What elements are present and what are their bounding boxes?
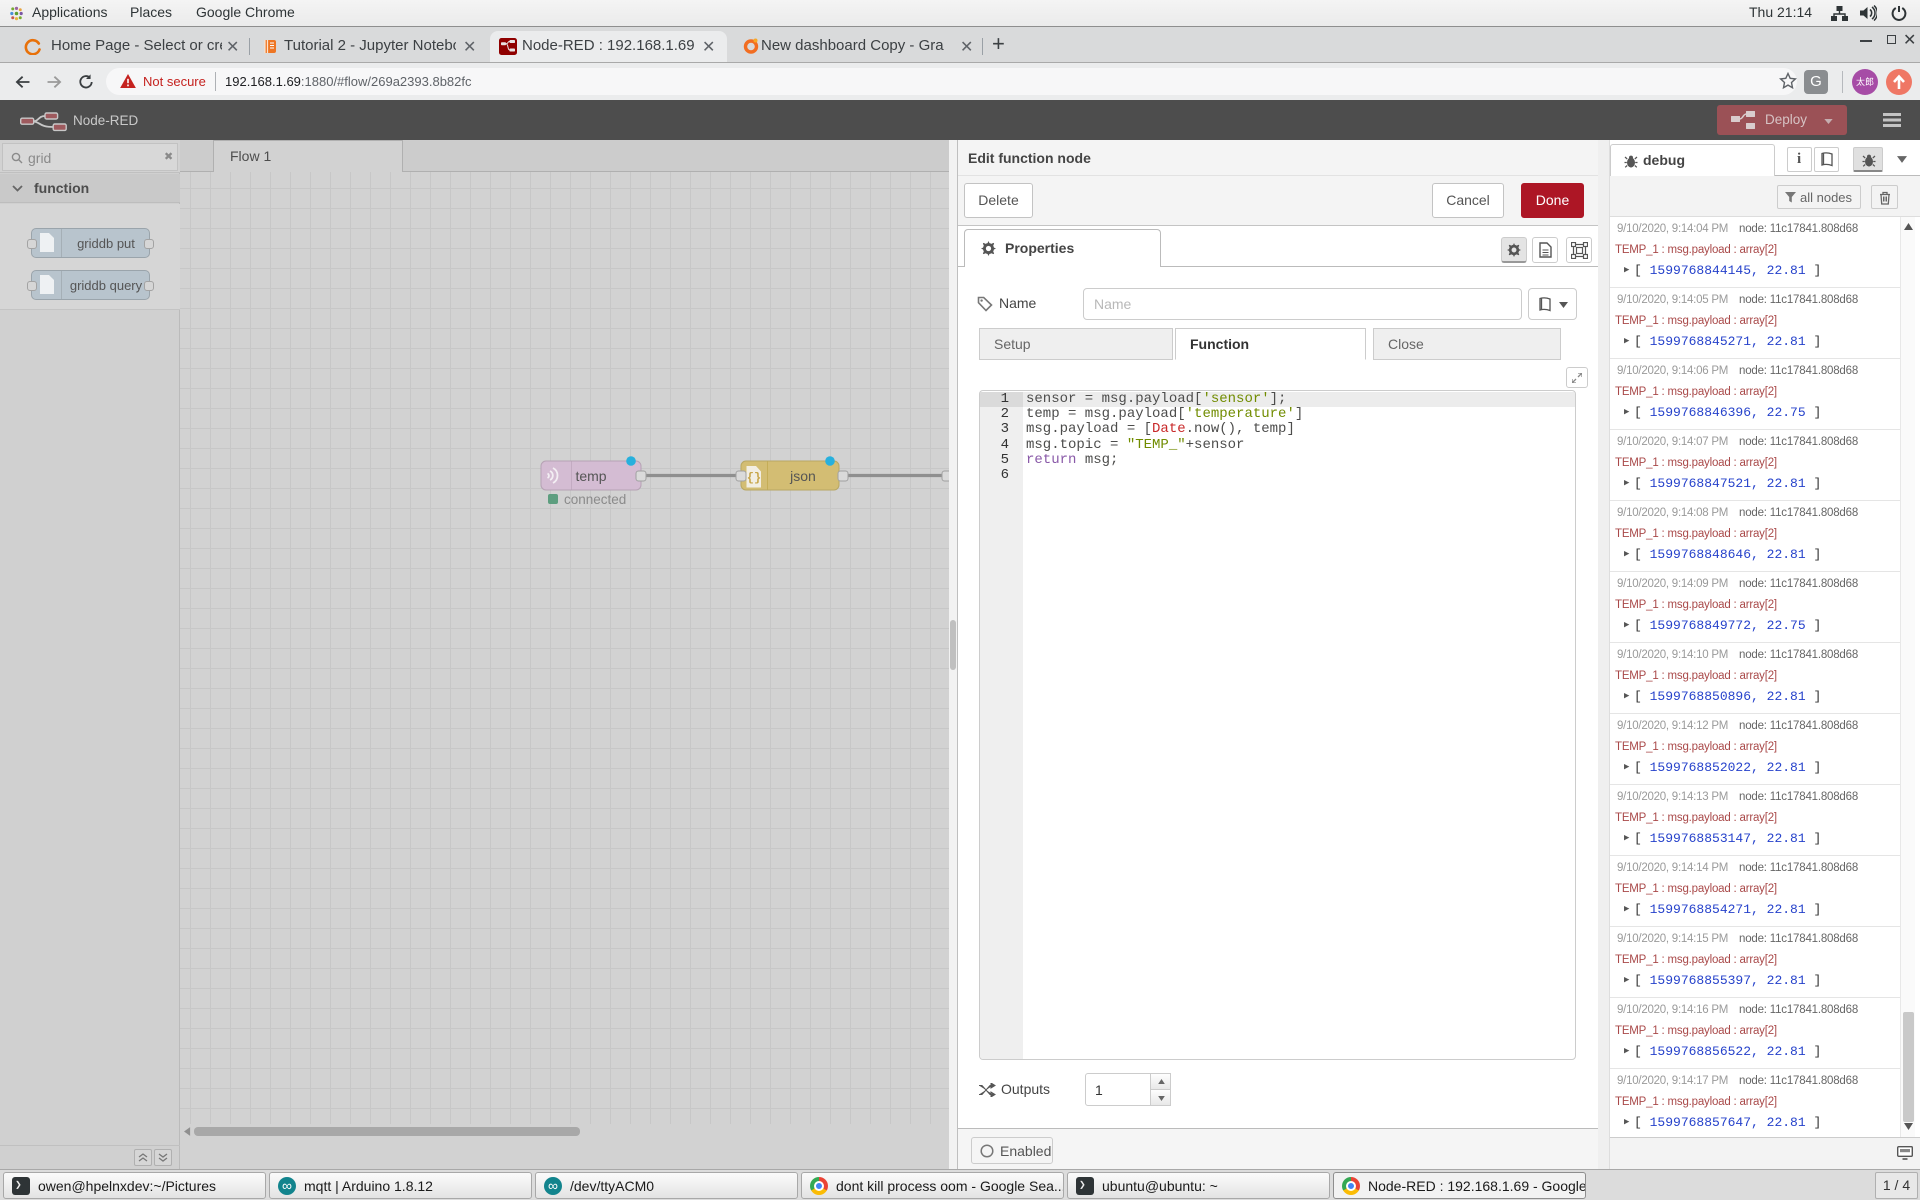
svg-text:{}: {} [747,471,761,485]
svg-text:connected: connected [564,492,626,507]
svg-text:json: json [789,468,816,484]
svg-text:temp: temp [575,468,606,484]
